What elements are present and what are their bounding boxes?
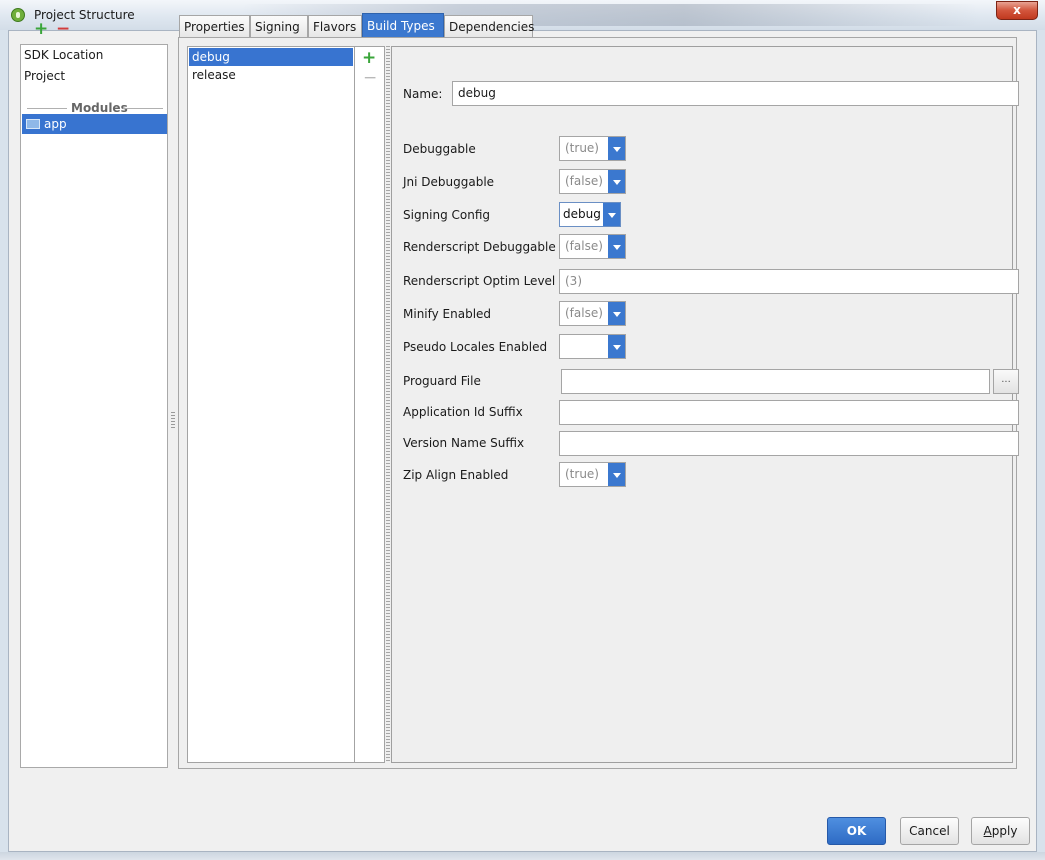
jni-debuggable-value: (false) bbox=[565, 174, 603, 188]
chevron-down-icon[interactable] bbox=[603, 203, 620, 226]
signing-config-value: debug bbox=[563, 207, 601, 221]
signing-config-label: Signing Config bbox=[403, 208, 491, 222]
renderscript-optim-level-label: Renderscript Optim Level bbox=[403, 274, 556, 288]
cancel-button[interactable]: Cancel bbox=[900, 817, 959, 845]
build-types-list: debug release bbox=[187, 46, 355, 763]
add-module-icon[interactable]: + bbox=[34, 21, 48, 38]
splitter-handle[interactable] bbox=[171, 412, 175, 430]
remove-module-icon[interactable]: − bbox=[56, 21, 70, 38]
chevron-down-icon[interactable] bbox=[608, 137, 625, 160]
signing-config-combo[interactable]: debug bbox=[559, 202, 621, 227]
chevron-down-icon[interactable] bbox=[608, 335, 625, 358]
list-actions: + − bbox=[355, 46, 385, 763]
tab-dependencies[interactable]: Dependencies bbox=[444, 15, 534, 37]
android-studio-icon bbox=[11, 8, 25, 22]
chevron-down-icon[interactable] bbox=[608, 302, 625, 325]
proguard-file-input[interactable] bbox=[561, 369, 990, 394]
pseudo-locales-enabled-label: Pseudo Locales Enabled bbox=[403, 340, 548, 354]
window-bottom-edge bbox=[0, 852, 1045, 860]
tab-flavors[interactable]: Flavors bbox=[308, 15, 362, 37]
modules-separator: Modules bbox=[27, 101, 163, 115]
apply-button[interactable]: Apply bbox=[971, 817, 1030, 845]
browse-button[interactable]: ... bbox=[993, 369, 1019, 394]
version-name-suffix-label: Version Name Suffix bbox=[403, 436, 525, 450]
renderscript-optim-level-input[interactable]: (3) bbox=[559, 269, 1019, 294]
sdk-location-item[interactable]: SDK Location bbox=[24, 48, 103, 62]
zip-align-enabled-combo[interactable]: (true) bbox=[559, 462, 626, 487]
debuggable-label: Debuggable bbox=[403, 142, 476, 156]
window-title: Project Structure bbox=[34, 8, 135, 22]
list-splitter[interactable] bbox=[386, 46, 390, 763]
project-item[interactable]: Project bbox=[24, 69, 65, 83]
build-type-debug[interactable]: debug bbox=[189, 48, 353, 66]
apply-mnemonic: A bbox=[983, 824, 992, 838]
modules-label: Modules bbox=[71, 101, 128, 115]
minify-enabled-label: Minify Enabled bbox=[403, 307, 492, 321]
minify-enabled-combo[interactable]: (false) bbox=[559, 301, 626, 326]
proguard-file-label: Proguard File bbox=[403, 374, 481, 388]
version-name-suffix-input[interactable] bbox=[559, 431, 1019, 456]
tab-signing[interactable]: Signing bbox=[250, 15, 308, 37]
jni-debuggable-combo[interactable]: (false) bbox=[559, 169, 626, 194]
chevron-down-icon[interactable] bbox=[608, 235, 625, 258]
tab-build-types[interactable]: Build Types bbox=[362, 13, 444, 37]
folder-icon bbox=[26, 119, 40, 129]
renderscript-debuggable-label: Renderscript Debuggable bbox=[403, 240, 556, 254]
name-label: Name: bbox=[403, 87, 443, 101]
pseudo-locales-enabled-combo[interactable] bbox=[559, 334, 626, 359]
add-build-type-icon[interactable]: + bbox=[362, 50, 376, 67]
ok-button[interactable]: OK bbox=[827, 817, 886, 845]
chevron-down-icon[interactable] bbox=[608, 463, 625, 486]
build-type-release[interactable]: release bbox=[189, 66, 353, 84]
project-tree: SDK Location Project Modules app bbox=[20, 44, 168, 768]
tab-properties[interactable]: Properties bbox=[179, 15, 250, 37]
zip-align-enabled-label: Zip Align Enabled bbox=[403, 468, 509, 482]
apply-label-rest: pply bbox=[991, 824, 1018, 838]
close-button[interactable]: x bbox=[996, 1, 1038, 20]
module-label: app bbox=[44, 117, 67, 131]
zip-align-enabled-value: (true) bbox=[565, 467, 599, 481]
jni-debuggable-label: Jni Debuggable bbox=[403, 175, 495, 189]
remove-build-type-icon[interactable]: − bbox=[363, 70, 377, 87]
application-id-suffix-label: Application Id Suffix bbox=[403, 405, 523, 419]
minify-enabled-value: (false) bbox=[565, 306, 603, 320]
debuggable-value: (true) bbox=[565, 141, 599, 155]
chevron-down-icon[interactable] bbox=[608, 170, 625, 193]
name-input[interactable]: debug bbox=[452, 81, 1019, 106]
debuggable-combo[interactable]: (true) bbox=[559, 136, 626, 161]
window: Project Structure x + − SDK Location Pro… bbox=[0, 0, 1045, 860]
renderscript-debuggable-combo[interactable]: (false) bbox=[559, 234, 626, 259]
renderscript-debuggable-value: (false) bbox=[565, 239, 603, 253]
module-item-app[interactable]: app bbox=[22, 114, 167, 134]
application-id-suffix-input[interactable] bbox=[559, 400, 1019, 425]
